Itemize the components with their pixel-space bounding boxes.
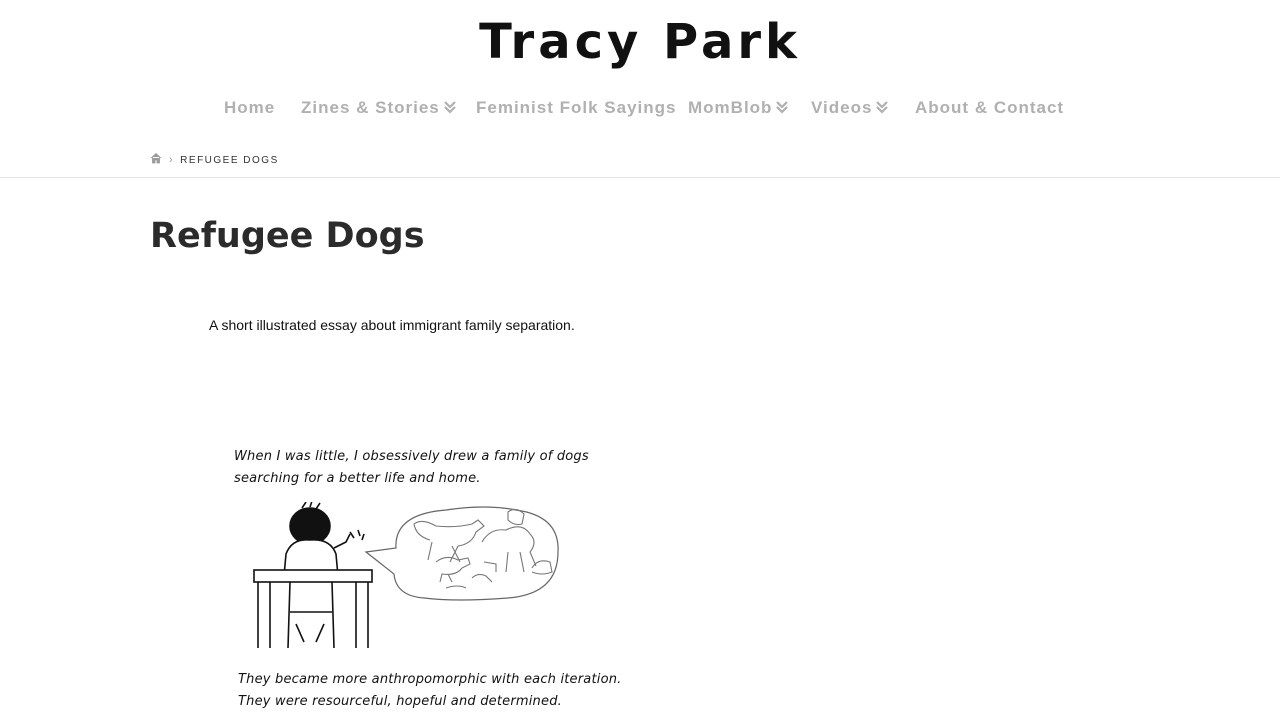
nav-item-label: About & Contact bbox=[915, 98, 1065, 117]
comic-panel: When I was little, I obsessively drew a … bbox=[228, 446, 621, 720]
comic-caption: They became more anthropomorphic with ea… bbox=[238, 672, 622, 687]
child-drawing-dogs-illustration bbox=[253, 502, 559, 649]
chevron-double-down-icon bbox=[876, 101, 889, 114]
comic-caption: searching for a better life and home. bbox=[234, 471, 481, 486]
main-nav: Home Zines & Stories Feminist Folk Sayin… bbox=[0, 96, 1280, 124]
page-title: Refugee Dogs bbox=[150, 216, 425, 256]
chevron-double-down-icon bbox=[776, 101, 789, 114]
chevron-right-icon: › bbox=[169, 154, 175, 166]
header-divider bbox=[0, 177, 1280, 178]
comic-caption: They were resourceful, hopeful and deter… bbox=[238, 694, 562, 709]
site-title[interactable]: Tracy Park bbox=[0, 14, 1280, 70]
chevron-double-down-icon bbox=[443, 101, 456, 114]
nav-item-about-contact[interactable]: About & Contact bbox=[915, 96, 1064, 120]
nav-item-videos[interactable]: Videos bbox=[811, 96, 889, 120]
nav-item-label: Videos bbox=[811, 98, 873, 117]
home-icon[interactable] bbox=[150, 152, 162, 164]
intro-text: A short illustrated essay about immigran… bbox=[209, 317, 575, 333]
nav-item-zines-stories[interactable]: Zines & Stories bbox=[301, 96, 456, 120]
breadcrumb: › REFUGEE DOGS bbox=[150, 152, 279, 168]
comic-caption: When I was little, I obsessively drew a … bbox=[234, 449, 589, 464]
nav-item-label: MomBlob bbox=[688, 98, 773, 117]
nav-item-momblob[interactable]: MomBlob bbox=[688, 96, 789, 120]
nav-item-label: Feminist Folk Sayings bbox=[476, 98, 677, 117]
nav-item-feminist-folk-sayings[interactable]: Feminist Folk Sayings bbox=[476, 96, 677, 120]
nav-item-label: Zines & Stories bbox=[301, 98, 440, 117]
nav-item-label: Home bbox=[224, 98, 276, 117]
nav-item-home[interactable]: Home bbox=[224, 96, 275, 120]
breadcrumb-current: REFUGEE DOGS bbox=[180, 155, 279, 166]
